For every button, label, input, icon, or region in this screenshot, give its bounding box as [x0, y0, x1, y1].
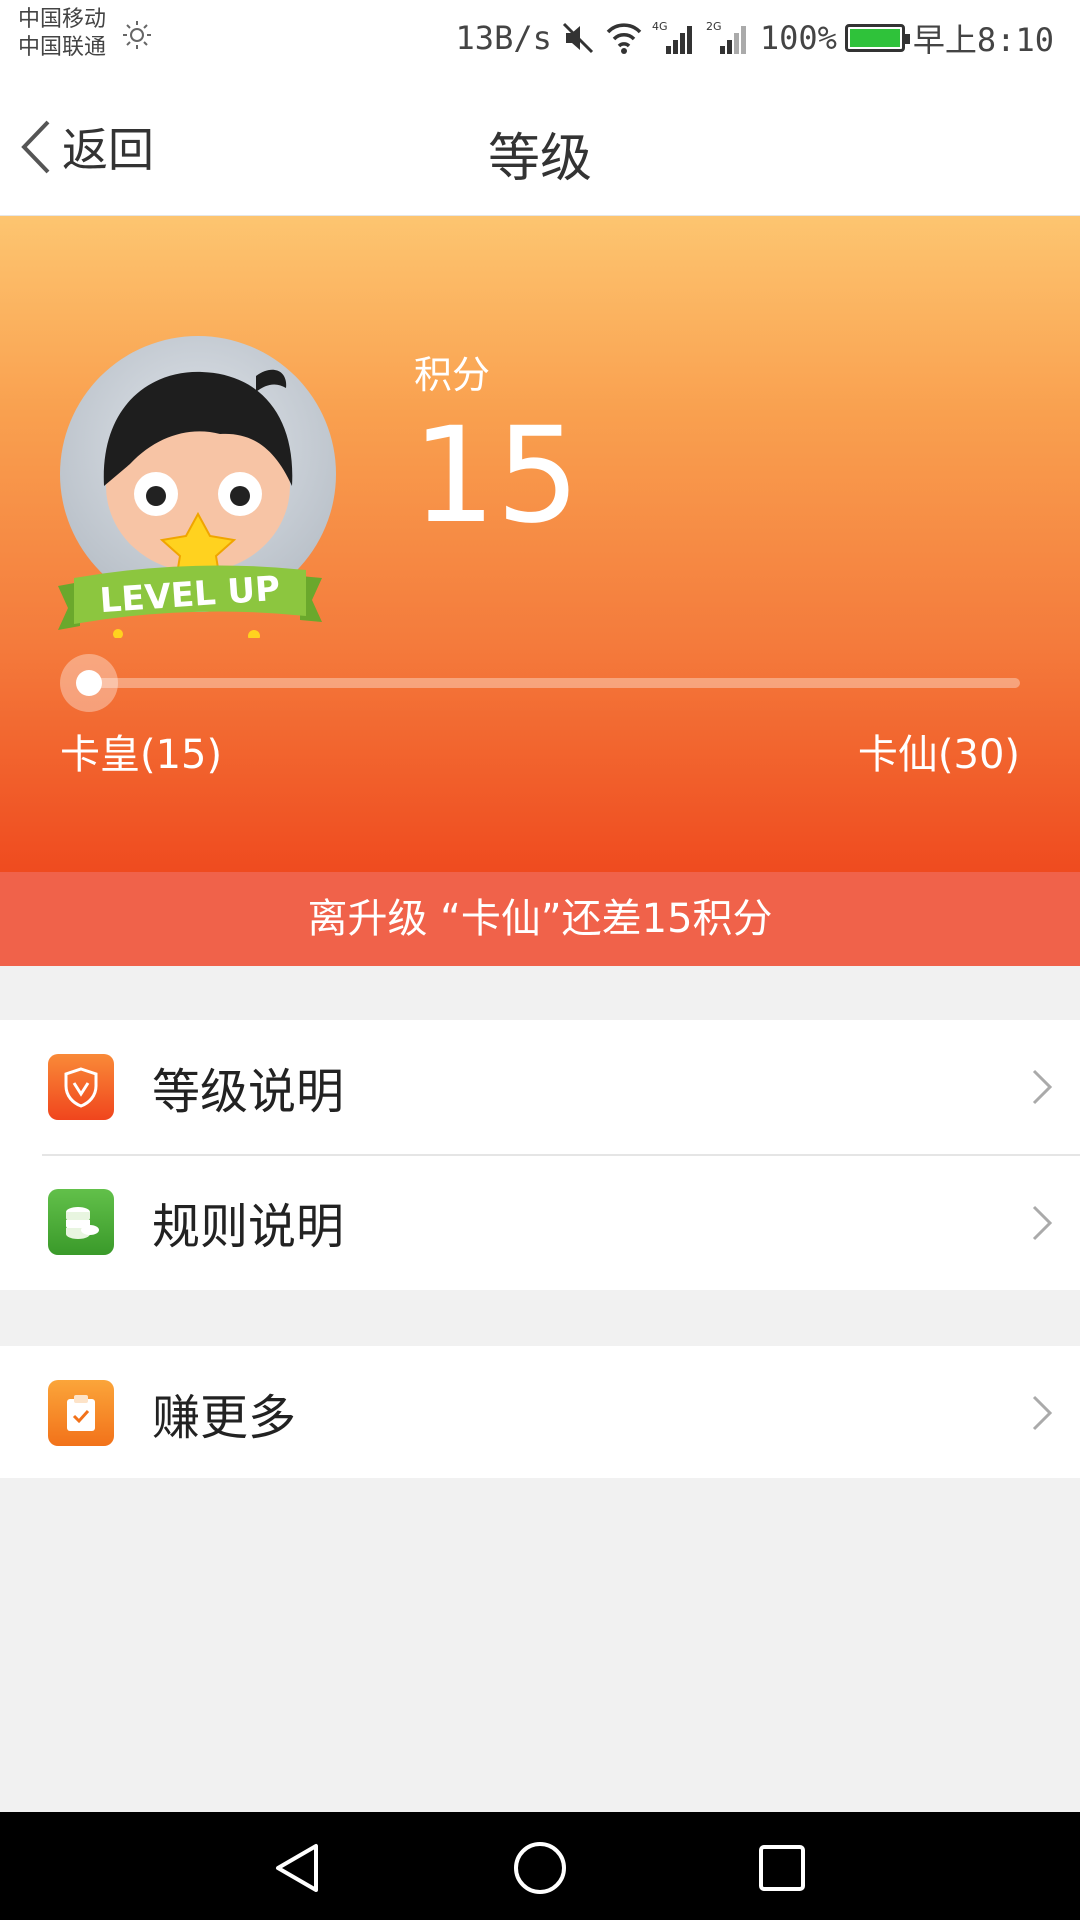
chevron-right-icon [1032, 1395, 1053, 1431]
menu-group-earn: 赚更多 [0, 1346, 1080, 1478]
carrier-1: 中国移动 [18, 7, 107, 32]
points-label: 积分 [414, 353, 491, 397]
chevron-right-icon [1032, 1205, 1053, 1241]
menu-item-rule-info[interactable]: 规则说明 [42, 1154, 1080, 1288]
wifi-icon [606, 23, 642, 54]
nav-home-icon[interactable] [512, 1840, 568, 1896]
chevron-right-icon [1032, 1069, 1053, 1105]
progress-knob [76, 670, 102, 696]
signal-4g-icon: 4G [652, 20, 692, 54]
level-hero: LEVEL UP 积分 15 卡皇(15) 卡仙(30) [0, 216, 1080, 872]
svg-text:2G: 2G [706, 20, 722, 33]
nav-recents-icon[interactable] [754, 1840, 810, 1896]
battery-percent: 100% [759, 19, 837, 57]
shield-icon [48, 1054, 114, 1120]
system-nav-bar [0, 1812, 1080, 1920]
net-speed: 13B/s [455, 19, 552, 57]
menu-item-label: 等级说明 [152, 1064, 345, 1120]
svg-text:4G: 4G [652, 20, 668, 33]
carrier-info: 中国移动 中国联通 [18, 6, 106, 62]
menu-item-label: 赚更多 [152, 1390, 297, 1446]
current-level-label: 卡皇(15) [60, 732, 223, 778]
level-up-badge: LEVEL UP [58, 565, 322, 638]
nav-back-icon[interactable] [270, 1840, 326, 1896]
next-level-label: 卡仙(30) [857, 732, 1020, 778]
status-icons: 13B/s 4G 2G 100% 早上8:10 [456, 14, 1054, 62]
level-progress-track [86, 678, 1020, 688]
clipboard-icon [48, 1380, 114, 1446]
points-value: 15 [412, 399, 580, 553]
status-bar: 中国移动 中国联通 13B/s 4G 2G 100% 早上8:10 [0, 0, 1080, 76]
menu-group-info: 等级说明 规则说明 [0, 1020, 1080, 1290]
clock: 早上8:10 [912, 21, 1054, 59]
page-title: 等级 [487, 129, 592, 189]
coins-icon [48, 1189, 114, 1255]
carrier-2: 中国联通 [18, 35, 107, 60]
signal-2g-icon: 2G [706, 20, 746, 54]
nav-bar: 返回 等级 [0, 76, 1080, 216]
upgrade-hint-banner: 离升级 “卡仙”还差15积分 [0, 872, 1080, 966]
menu-item-label: 规则说明 [152, 1199, 345, 1255]
brightness-icon [123, 21, 151, 49]
battery-icon [844, 24, 910, 52]
menu-item-level-info[interactable]: 等级说明 [0, 1020, 1080, 1154]
menu-item-earn-more[interactable]: 赚更多 [0, 1346, 1080, 1480]
mute-icon [562, 22, 593, 54]
